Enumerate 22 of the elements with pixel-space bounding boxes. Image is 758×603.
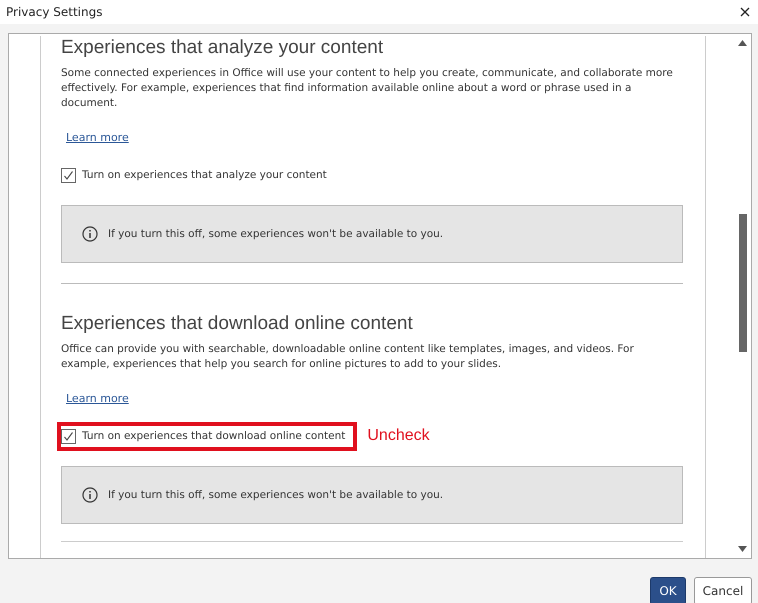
checkbox[interactable] — [61, 428, 76, 444]
scroll-down-icon[interactable] — [738, 546, 747, 552]
annotation-text: Uncheck — [367, 427, 430, 445]
section-heading: Experiences that analyze your content — [61, 36, 384, 60]
window-title: Privacy Settings — [6, 5, 102, 19]
learn-more-link[interactable]: Learn more — [66, 131, 129, 144]
section-description: Some connected experiences in Office will use your content to help you create, communicate, and collaborate more effectively. For example, experiences that find information available online about a word or phrase used in a document. — [61, 66, 674, 111]
ok-button[interactable]: OK — [650, 577, 686, 603]
cancel-button[interactable]: Cancel — [694, 577, 752, 603]
checkbox-label[interactable]: Turn on experiences that download online content — [82, 430, 346, 442]
scroll-thumb[interactable] — [738, 214, 746, 352]
checkbox[interactable] — [61, 168, 76, 182]
section-description: Office can provide you with searchable, downloadable online content like templates, images, and videos. For example, experiences that help you search for online pictures to add to your slides. — [61, 342, 635, 372]
info-icon — [82, 226, 98, 242]
close-icon[interactable] — [740, 7, 750, 17]
section-heading: Experiences that download online content — [61, 312, 414, 336]
info-text: If you turn this off, some experiences won't be available to you. — [108, 489, 444, 501]
learn-more-link[interactable]: Learn more — [66, 392, 129, 405]
checkbox-label[interactable]: Turn on experiences that analyze your content — [82, 169, 327, 181]
info-icon — [82, 487, 98, 503]
info-text: If you turn this off, some experiences won't be available to you. — [108, 228, 444, 240]
scroll-up-icon[interactable] — [738, 40, 747, 46]
